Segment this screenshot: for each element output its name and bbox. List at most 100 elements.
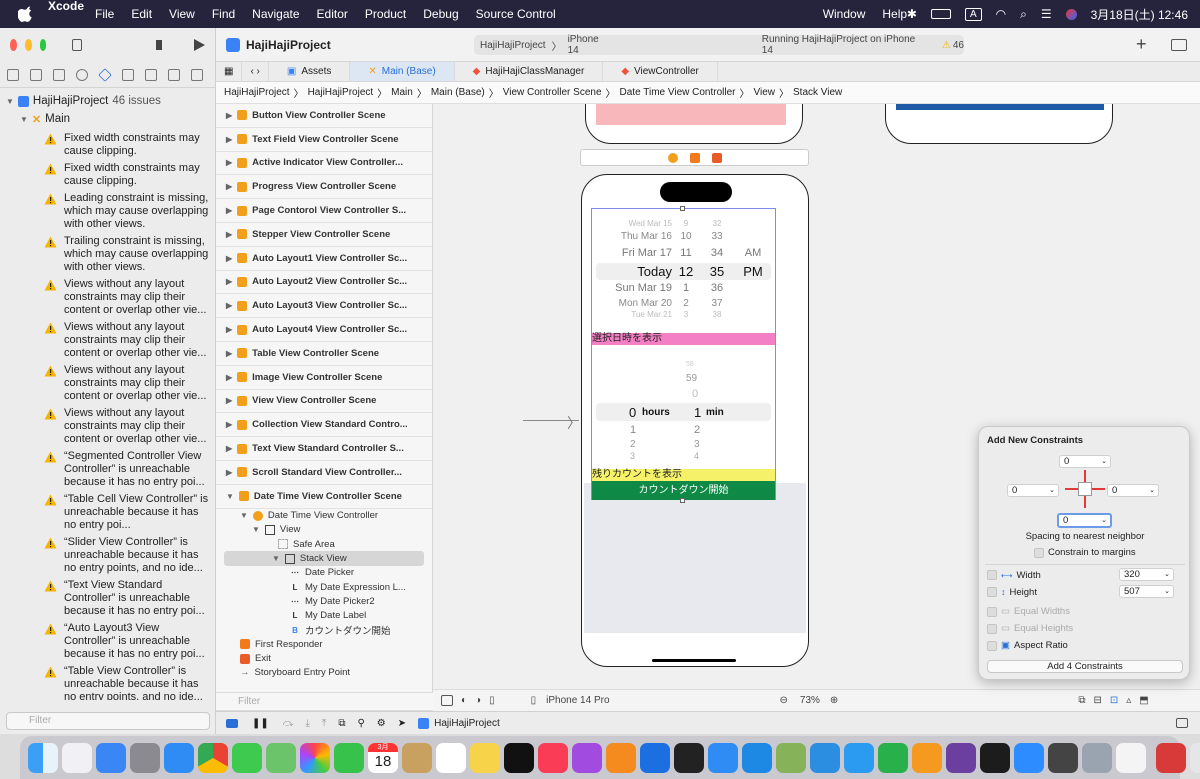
tree-safe-area[interactable]: Safe Area	[216, 537, 432, 551]
menu-app-name[interactable]: Xcode	[48, 0, 84, 29]
disclosure-open-icon[interactable]: ▼	[6, 97, 14, 106]
equal-widths-checkbox[interactable]	[987, 606, 997, 617]
tv-icon[interactable]	[504, 742, 534, 773]
launchpad-icon[interactable]	[62, 742, 92, 773]
scene-row[interactable]: ▶ Page Contorol View Controller S...	[216, 199, 432, 223]
inspector-toggle-icon[interactable]	[1171, 38, 1187, 51]
zoom-icon[interactable]	[1014, 742, 1044, 773]
disclosure-closed-icon[interactable]: ▶	[226, 182, 232, 191]
project-navigator-icon[interactable]	[7, 68, 19, 81]
jump-item-folder[interactable]: HajiHajiProject	[308, 87, 374, 98]
right-constraint-toggle[interactable]	[1092, 488, 1105, 490]
resize-handle-bottom[interactable]	[680, 498, 685, 503]
step-out-icon[interactable]: ⤒	[322, 718, 326, 729]
menu-find[interactable]: Find	[212, 7, 235, 21]
scene-row[interactable]: ▶ Text View Standard Controller S...	[216, 437, 432, 461]
add-library-button[interactable]: +	[1136, 34, 1147, 55]
disclosure-open-icon[interactable]: ▼	[252, 525, 260, 534]
textedit-icon[interactable]	[1116, 742, 1146, 773]
update-frames-icon[interactable]: ⧉	[1078, 695, 1085, 706]
disclosure-open-icon[interactable]: ▼	[272, 554, 280, 563]
left-spacing-field[interactable]: 0 ⌄	[1007, 484, 1059, 497]
jump-item-main[interactable]: Main	[391, 87, 413, 98]
issue-navigator-icon[interactable]	[98, 67, 112, 82]
step-over-icon[interactable]: ⤼	[283, 718, 294, 729]
tree-child-date-picker[interactable]: ⋯ Date Picker	[216, 566, 432, 580]
jump-item-view[interactable]: View	[754, 87, 776, 98]
issue-item[interactable]: Views without any layout constraints may…	[6, 278, 209, 317]
calendar-icon[interactable]: 3月 18	[368, 742, 398, 773]
tree-stack-view[interactable]: ▼ Stack View	[224, 551, 424, 566]
zoom-level[interactable]: 73%	[800, 695, 820, 706]
jump-item-project[interactable]: HajiHajiProject	[224, 87, 290, 98]
constrain-to-margins-row[interactable]: Constrain to margins	[1034, 547, 1136, 558]
outline-filter-input[interactable]: Filter	[216, 692, 433, 710]
scene-date-time-open[interactable]: ▼ Date Time View Controller Scene	[216, 485, 432, 509]
tree-exit[interactable]: Exit	[216, 652, 432, 666]
menu-help[interactable]: Help	[882, 7, 907, 21]
scene-row[interactable]: ▶ Table View Controller Scene	[216, 342, 432, 366]
symbol-navigator-icon[interactable]	[53, 68, 65, 81]
issue-item[interactable]: Fixed width constraints may cause clippi…	[6, 162, 209, 188]
zoom-in-icon[interactable]: ⊕	[830, 695, 838, 706]
scene-row[interactable]: ▶ Scroll Standard View Controller...	[216, 461, 432, 485]
maps-icon[interactable]	[266, 742, 296, 773]
tab-hajihaji-class-manager[interactable]: ◆ HajiHajiClassManager	[455, 62, 604, 81]
scene-row[interactable]: ▶ Text Field View Controller Scene	[216, 128, 432, 152]
debug-navigator-icon[interactable]	[145, 68, 157, 81]
aspect-ratio-checkbox[interactable]	[987, 640, 997, 651]
warning-icon[interactable]: ⚠	[942, 40, 951, 51]
height-checkbox[interactable]	[987, 587, 997, 597]
equal-widths-row[interactable]: ▭ Equal Widths	[987, 606, 1070, 617]
align-icon[interactable]: ⊟	[1093, 695, 1101, 706]
stack-view[interactable]: Wed Mar 15 9 32 Thu Mar 16 10 33 Fri Mar 17 11 3…	[591, 206, 776, 503]
search-icon[interactable]: ⌕	[1020, 7, 1027, 22]
archive-icon[interactable]	[402, 742, 432, 773]
disclosure-closed-icon[interactable]: ▶	[226, 135, 232, 144]
main-group-row[interactable]: ▼ ✕ Main	[6, 110, 209, 128]
scheme-selector[interactable]: HajiHajiProject	[480, 40, 546, 51]
date-picker[interactable]: Wed Mar 15 9 32 Thu Mar 16 10 33 Fri Mar 17 11 3…	[592, 219, 775, 319]
facetime-icon[interactable]	[334, 742, 364, 773]
debug-target-name[interactable]: HajiHajiProject	[434, 718, 500, 729]
tab-main-base[interactable]: ✕ Main (Base)	[350, 62, 455, 81]
device-selector[interactable]: iPhone 14	[568, 34, 612, 56]
pause-icon[interactable]: ❚❚	[252, 718, 269, 729]
add-constraints-icon[interactable]: ⊡	[1110, 695, 1118, 706]
issue-item[interactable]: Leading constraint is missing, which may…	[6, 192, 209, 231]
disclosure-open-icon[interactable]: ▼	[20, 115, 28, 124]
debug-area-toggle[interactable]	[226, 718, 238, 728]
keynote-icon[interactable]	[844, 742, 874, 773]
disclosure-open-icon[interactable]: ▼	[226, 492, 234, 501]
disclosure-closed-icon[interactable]: ▶	[226, 396, 232, 405]
memory-graph-icon[interactable]: ⚲	[357, 718, 364, 729]
report-navigator-icon[interactable]	[191, 68, 203, 81]
issue-item[interactable]: “Segmented Controller View Controller” i…	[6, 450, 209, 489]
pages-icon[interactable]	[912, 742, 942, 773]
project-issue-row[interactable]: ▼ HajiHajiProject 46 issues	[6, 92, 209, 110]
resize-handle-top[interactable]	[680, 206, 685, 211]
menu-navigate[interactable]: Navigate	[252, 7, 299, 21]
bottom-constraint-toggle[interactable]	[1084, 496, 1086, 508]
jump-item-stack-view[interactable]: Stack View	[793, 87, 842, 98]
bottom-spacing-field[interactable]: 0 ⌄	[1057, 513, 1112, 528]
console-toggle-icon[interactable]	[1176, 718, 1188, 728]
siri-icon[interactable]	[1065, 8, 1077, 20]
menu-product[interactable]: Product	[365, 7, 406, 21]
view-controller-icon[interactable]	[667, 152, 678, 163]
zoom-out-icon[interactable]: ⊖	[780, 695, 788, 706]
issue-item[interactable]: Fixed width constraints may cause clippi…	[6, 132, 209, 158]
calculator-icon[interactable]	[1048, 742, 1078, 773]
terminal-icon[interactable]	[980, 742, 1010, 773]
embed-icon[interactable]: ⬒	[1139, 695, 1148, 706]
scene-row[interactable]: ▶ Button View Controller Scene	[216, 104, 432, 128]
add-constraints-button[interactable]: Add 4 Constraints	[987, 660, 1183, 673]
device-icon[interactable]: ▯	[531, 695, 537, 706]
date-time-scene-phone[interactable]: Wed Mar 15 9 32 Thu Mar 16 10 33 Fri Mar 17 11 3…	[581, 174, 809, 667]
wifi-icon[interactable]: ◠	[996, 7, 1006, 21]
scene-row[interactable]: ▶ Progress View Controller Scene	[216, 175, 432, 200]
kotoeri-icon[interactable]	[1156, 742, 1186, 773]
close-window-button[interactable]	[10, 39, 17, 51]
safari-icon[interactable]	[164, 742, 194, 773]
input-mode-indicator[interactable]: A	[964, 7, 982, 21]
